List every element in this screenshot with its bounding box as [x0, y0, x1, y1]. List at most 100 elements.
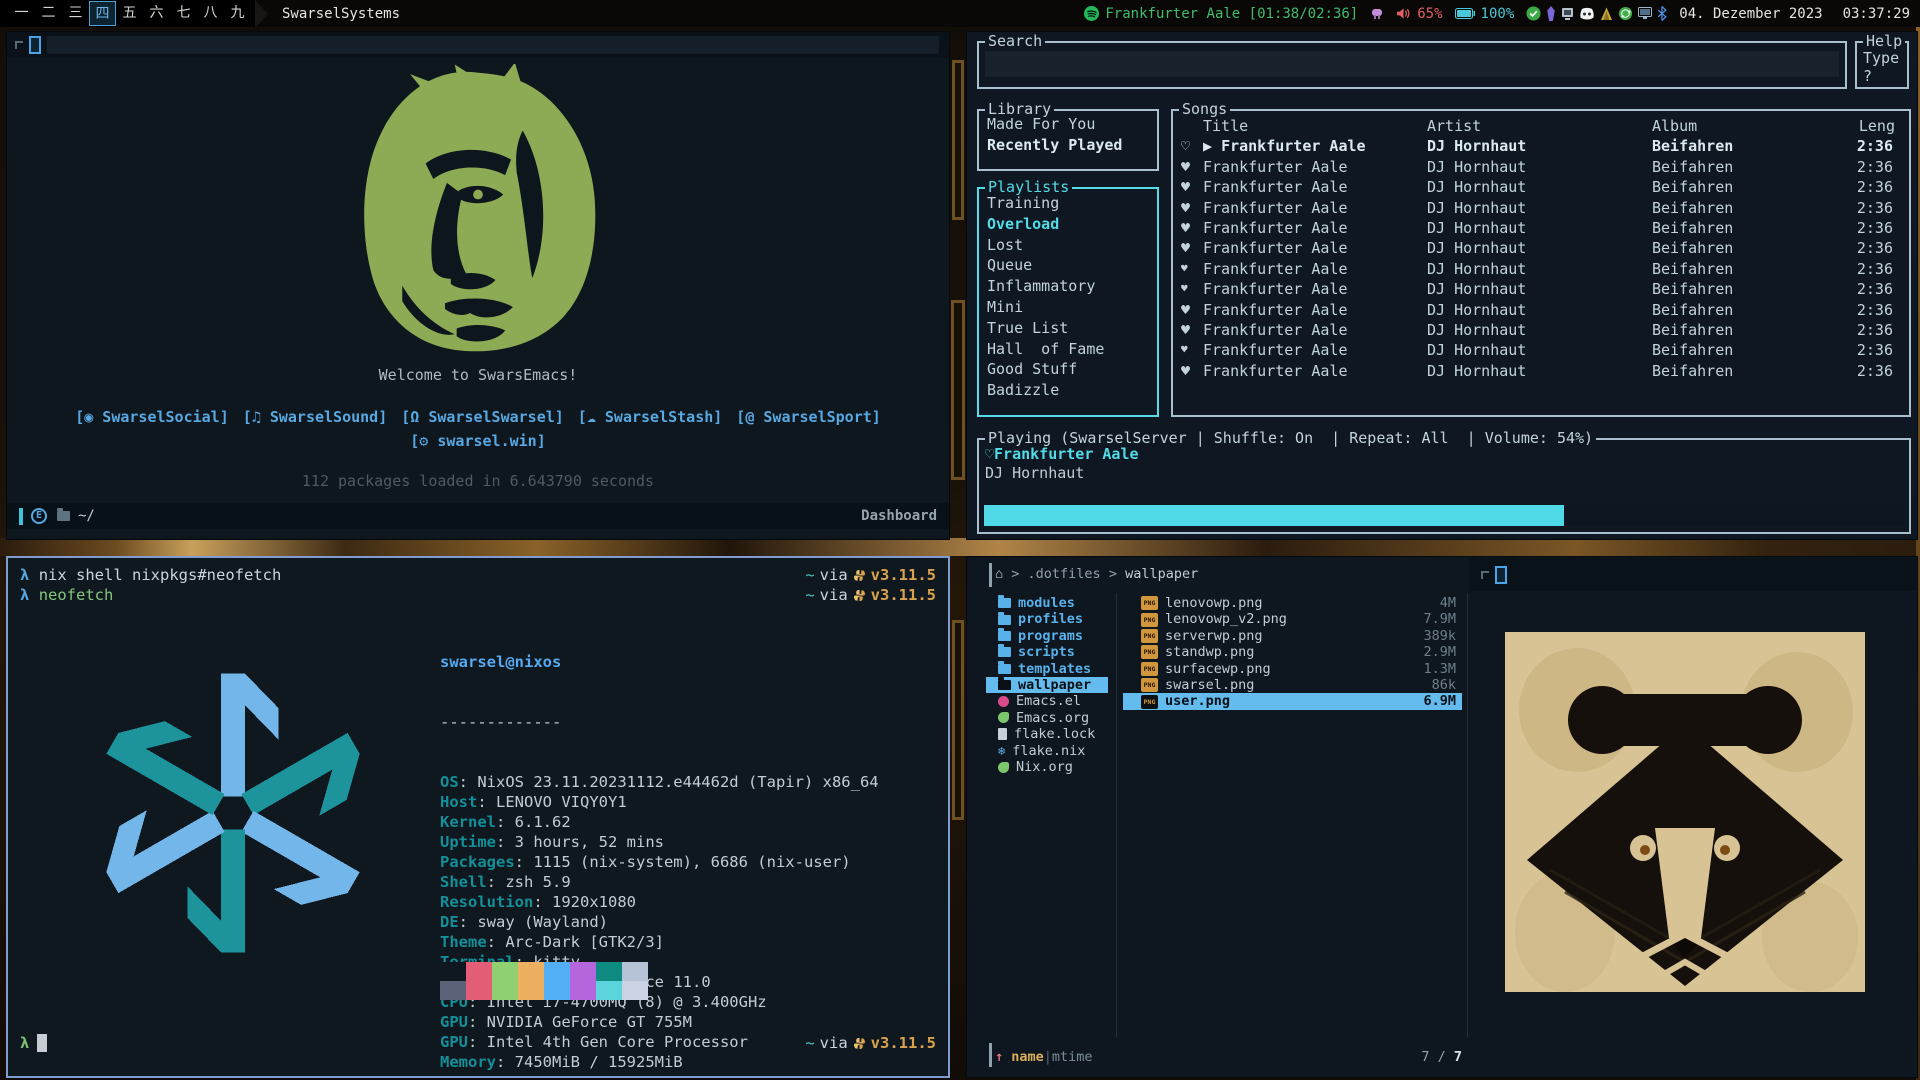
favorite-heart-icon[interactable]: ♡ [1181, 136, 1203, 156]
now-playing-module[interactable]: Frankfurter Aale [01:38/02:36] [1084, 6, 1358, 22]
directory-row[interactable]: profiles [986, 611, 1108, 627]
shell-prompt[interactable]: λ [20, 1034, 47, 1052]
favorite-heart-icon[interactable]: ♥ [1181, 361, 1203, 381]
playlist-item[interactable]: Training [987, 193, 1149, 214]
directory-row[interactable]: wallpaper [986, 677, 1108, 693]
library-item[interactable]: Recently Played [987, 135, 1149, 156]
playlist-item[interactable]: Badizzle [987, 380, 1149, 401]
file-row[interactable]: PNG serverwp.png 389k [1123, 628, 1462, 644]
seek-bar[interactable] [984, 505, 1904, 526]
directory-row[interactable]: modules [986, 595, 1108, 611]
song-row[interactable]: ♥ Frankfurter Aale DJ Hornhaut Beifahren… [1181, 300, 1909, 320]
directory-row[interactable]: flake.lock [986, 726, 1108, 742]
playlist-item[interactable]: Mini [987, 297, 1149, 318]
dashboard-button[interactable]: [◉ SwarselSocial] [75, 408, 229, 426]
favorite-heart-icon[interactable]: ♥ [1181, 279, 1203, 299]
workspace-button[interactable]: 九 [224, 1, 251, 26]
workspace-button[interactable]: 五 [116, 1, 143, 26]
terminal-window[interactable]: λ nix shell nixpkgs#neofetch λ neofetch … [6, 556, 950, 1078]
song-row[interactable]: ♥ Frankfurter Aale DJ Hornhaut Beifahren… [1181, 177, 1909, 197]
directory-row[interactable]: Nix.org [986, 759, 1108, 775]
tray-syncthing-icon[interactable] [1618, 6, 1633, 21]
directory-row[interactable]: Emacs.org [986, 710, 1108, 726]
favorite-heart-icon[interactable]: ♥ [1181, 300, 1203, 320]
playlist-item[interactable]: Hall of Fame [987, 339, 1149, 360]
playlist-item[interactable]: Overload [987, 214, 1149, 235]
dashboard-button[interactable]: [@ SwarselSport] [736, 408, 881, 426]
search-input[interactable] [985, 51, 1839, 77]
sort-status[interactable]: ↑ name | mtime [995, 1049, 1093, 1065]
favorite-heart-icon[interactable]: ♥ [1181, 218, 1203, 238]
playlist-item[interactable]: Queue [987, 255, 1149, 276]
battery-module[interactable]: 100% [1455, 6, 1515, 22]
workspace-button[interactable]: 四 [89, 1, 116, 26]
current-artist-line: DJ Hornhaut [979, 463, 1909, 482]
dashboard-button[interactable]: [Ω SwarselSwarsel] [401, 408, 564, 426]
directory-row[interactable]: programs [986, 628, 1108, 644]
workspace-button[interactable]: 二 [35, 1, 62, 26]
workspace-button[interactable]: 六 [143, 1, 170, 26]
tab-indicator-icon[interactable] [29, 36, 41, 54]
file-row[interactable]: PNG user.png 6.9M [1123, 693, 1462, 709]
favorite-heart-icon[interactable]: ♥ [1181, 238, 1203, 258]
directory-row[interactable]: scripts [986, 644, 1108, 660]
song-row[interactable]: ♥ Frankfurter Aale DJ Hornhaut Beifahren… [1181, 157, 1909, 177]
dashboard-button[interactable]: [☁ SwarselStash] [578, 408, 723, 426]
column-title: Title [1203, 116, 1427, 136]
song-row[interactable]: ♥ Frankfurter Aale DJ Hornhaut Beifahren… [1181, 320, 1909, 340]
playing-marker-icon: ▶ [1203, 137, 1221, 155]
song-row[interactable]: ♥ Frankfurter Aale DJ Hornhaut Beifahren… [1181, 238, 1909, 258]
file-row[interactable]: PNG lenovowp_v2.png 7.9M [1123, 611, 1462, 627]
song-row[interactable]: ♥ Frankfurter Aale DJ Hornhaut Beifahren… [1181, 259, 1909, 279]
file-name: user.png [1165, 693, 1230, 709]
directory-row[interactable]: ❄ flake.nix [986, 743, 1108, 759]
song-row[interactable]: ♥ Frankfurter Aale DJ Hornhaut Beifahren… [1181, 340, 1909, 360]
playlist-item[interactable]: Inflammatory [987, 276, 1149, 297]
song-row[interactable]: ♥ Frankfurter Aale DJ Hornhaut Beifahren… [1181, 198, 1909, 218]
workspace-button[interactable]: 三 [62, 1, 89, 26]
volume-module[interactable]: 65% [1396, 6, 1442, 22]
favorite-heart-icon[interactable]: ♥ [1181, 320, 1203, 340]
favorite-heart-icon[interactable]: ♥ [1181, 177, 1203, 197]
playlist-item[interactable]: True List [987, 318, 1149, 339]
songs-table: Title Artist Album Leng ♡ ▶ Frankfurter … [1173, 111, 1909, 381]
workspace-button[interactable]: 七 [170, 1, 197, 26]
favorite-heart-icon[interactable]: ♥ [1181, 340, 1203, 360]
workspace-button[interactable]: 一 [8, 1, 35, 26]
tray-discord-icon[interactable] [1579, 7, 1595, 20]
favorite-heart-icon[interactable]: ♥ [1181, 259, 1203, 279]
breadcrumb[interactable]: ⌂ > .dotfiles > wallpaper [995, 566, 1198, 582]
tray-computer-icon[interactable] [1561, 7, 1574, 21]
playlist-item[interactable]: Good Stuff [987, 359, 1149, 380]
file-name: lenovowp.png [1165, 595, 1263, 611]
tab-indicator-icon[interactable] [1495, 566, 1507, 584]
playlist-item[interactable]: Lost [987, 235, 1149, 256]
song-row[interactable]: ♡ ▶ Frankfurter Aale DJ Hornhaut Beifahr… [1181, 136, 1909, 156]
song-row[interactable]: ♥ Frankfurter Aale DJ Hornhaut Beifahren… [1181, 279, 1909, 299]
python-icon [853, 589, 866, 602]
tray-shard-icon[interactable] [1546, 6, 1556, 21]
directory-row[interactable]: templates [986, 661, 1108, 677]
workspace-button[interactable]: 八 [197, 1, 224, 26]
directory-row[interactable]: Emacs.el [986, 693, 1108, 709]
tray-bluetooth-icon[interactable] [1657, 6, 1667, 21]
neofetch-field: DE: sway (Wayland) [440, 912, 879, 932]
song-row[interactable]: ♥ Frankfurter Aale DJ Hornhaut Beifahren… [1181, 218, 1909, 238]
file-name: standwp.png [1165, 644, 1254, 660]
file-row[interactable]: PNG standwp.png 2.9M [1123, 644, 1462, 660]
favorite-heart-icon[interactable]: ♥ [1181, 157, 1203, 177]
dashboard-button[interactable]: [⚙ swarsel.win] [410, 432, 545, 450]
neofetch-field: GPU: NVIDIA GeForce GT 755M [440, 1012, 879, 1032]
file-row[interactable]: PNG swarsel.png 86k [1123, 677, 1462, 693]
file-row[interactable]: PNG lenovowp.png 4M [1123, 595, 1462, 611]
tray-display-icon[interactable] [1638, 7, 1652, 20]
favorite-heart-icon[interactable]: ♥ [1181, 198, 1203, 218]
file-row[interactable]: PNG surfacewp.png 1.3M [1123, 661, 1462, 677]
color-swatch [596, 981, 622, 1000]
song-row[interactable]: ♥ Frankfurter Aale DJ Hornhaut Beifahren… [1181, 361, 1909, 381]
dashboard-button[interactable]: [♫ SwarselSound] [243, 408, 388, 426]
tray-check-icon[interactable] [1526, 6, 1541, 21]
tray-mushroom-icon[interactable] [1370, 7, 1384, 21]
search-box[interactable]: Search [977, 41, 1847, 89]
tray-hood-icon[interactable] [1600, 7, 1613, 21]
